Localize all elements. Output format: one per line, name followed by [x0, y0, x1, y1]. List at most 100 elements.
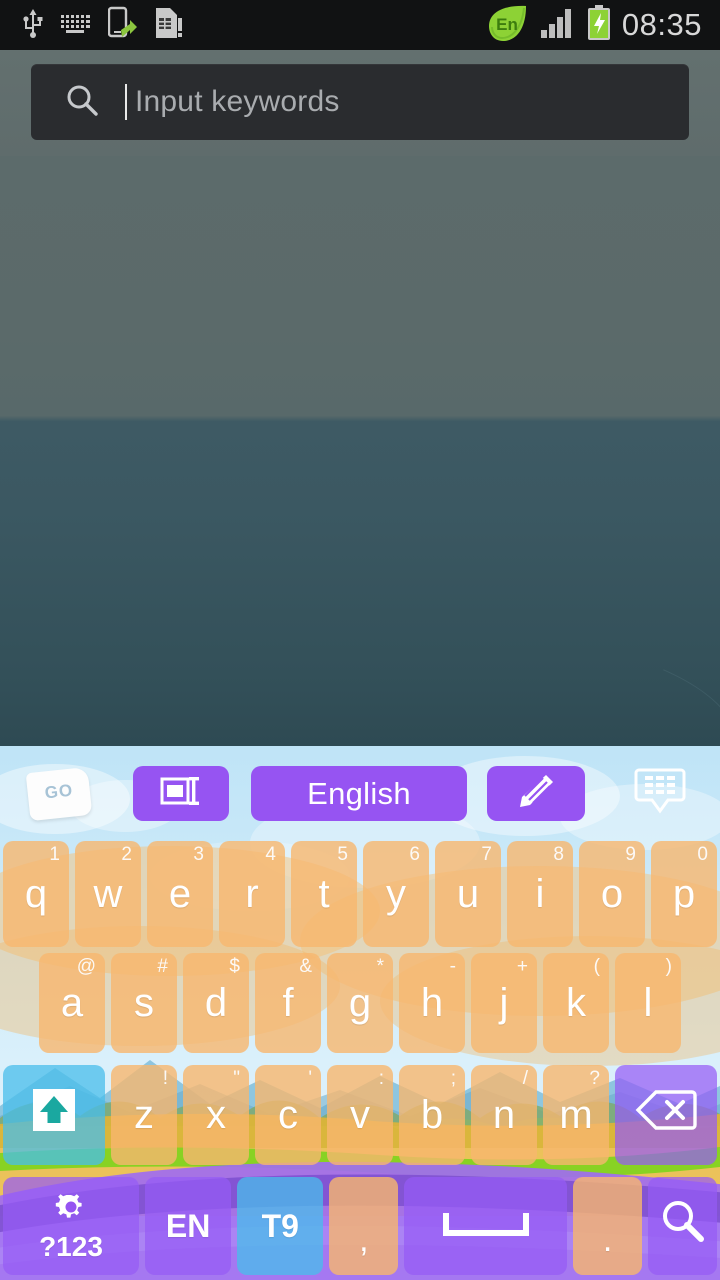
search-bar-container: Input keywords — [0, 50, 720, 156]
go-keyboard-logo-icon[interactable]: GO — [25, 766, 93, 822]
key-label: a — [60, 981, 84, 1025]
language-switch-key[interactable]: EN — [144, 1177, 232, 1275]
key-label: w — [93, 872, 123, 916]
key-hint: ( — [593, 956, 600, 977]
key-label: z — [134, 1093, 154, 1137]
key-k[interactable]: (k — [543, 953, 609, 1053]
key-hint: " — [233, 1068, 240, 1089]
layout-resize-icon — [159, 774, 203, 813]
key-hint: ' — [308, 1068, 312, 1089]
battery-charging-icon — [586, 4, 612, 46]
key-label: d — [204, 981, 228, 1025]
key-hint: ; — [450, 1068, 456, 1089]
key-y[interactable]: 6y — [363, 841, 429, 947]
key-hint: ) — [665, 956, 672, 977]
status-bar-left-icons — [0, 6, 184, 45]
symbols-key[interactable]: ?123 — [3, 1177, 139, 1275]
key-hint: - — [449, 956, 456, 977]
backspace-delete-icon — [635, 1088, 697, 1142]
status-bar-clock: 08:35 — [621, 7, 702, 42]
search-icon — [659, 1197, 707, 1255]
key-w[interactable]: 2w — [75, 841, 141, 947]
key-a[interactable]: @ a — [39, 953, 105, 1053]
keyboard-row-4: ?123 EN T9,. — [0, 1177, 720, 1275]
key-label: o — [600, 872, 624, 916]
key-label: s — [134, 981, 154, 1025]
key-hint: 4 — [265, 844, 276, 865]
key-i[interactable]: 8i — [507, 841, 573, 947]
search-enter-key[interactable] — [648, 1177, 718, 1275]
key-z[interactable]: ! z — [111, 1065, 177, 1165]
key-hint: # — [157, 956, 168, 977]
go-keyboard[interactable]: GO English 1 q 2 w 3 e 4 r 5 t 6 y 7 u 8… — [0, 746, 720, 1280]
key-hint: & — [299, 956, 312, 977]
backspace-key[interactable] — [615, 1065, 717, 1165]
t9-key[interactable]: T9 — [237, 1177, 324, 1275]
shift-key[interactable] — [3, 1065, 105, 1165]
key-label: u — [456, 872, 480, 916]
pen-edit-icon — [516, 771, 556, 816]
key-hint: + — [516, 956, 528, 977]
input-language-en-icon: En — [486, 1, 530, 50]
key-label: e — [168, 872, 192, 916]
period-key[interactable]: . — [573, 1177, 643, 1275]
key-hint: 0 — [697, 844, 708, 865]
key-label: k — [566, 981, 586, 1025]
key-f[interactable]: & f — [255, 953, 321, 1053]
key-label: . — [602, 1221, 613, 1259]
key-h[interactable]: -h — [399, 953, 465, 1053]
hide-keyboard-button[interactable] — [632, 766, 688, 821]
space-key[interactable] — [404, 1177, 568, 1275]
svg-text:En: En — [496, 15, 518, 34]
key-n[interactable]: / n — [471, 1065, 537, 1165]
key-label: f — [282, 981, 294, 1025]
key-hint: : — [378, 1068, 384, 1089]
key-hint: 6 — [409, 844, 420, 865]
language-button[interactable]: English — [251, 766, 467, 821]
key-label: c — [278, 1093, 298, 1137]
key-m[interactable]: ? m — [543, 1065, 609, 1165]
key-label: , — [359, 1221, 369, 1259]
key-s[interactable]: # s — [111, 953, 177, 1053]
shift-arrow-up-icon — [25, 1081, 83, 1149]
resize-layout-button[interactable] — [133, 766, 229, 821]
key-hint: / — [522, 1068, 528, 1089]
comma-key[interactable]: , — [329, 1177, 399, 1275]
key-e[interactable]: 3e — [147, 841, 213, 947]
keyboard-row-2: @ a # s $ d & f * g - h + j(k) l — [0, 953, 720, 1059]
key-hint: @ — [76, 956, 96, 977]
key-b[interactable]: ; b — [399, 1065, 465, 1165]
keyboard-hide-icon — [634, 766, 686, 821]
key-hint: * — [376, 956, 384, 977]
search-input[interactable]: Input keywords — [31, 64, 689, 140]
key-u[interactable]: 7u — [435, 841, 501, 947]
key-hint: 1 — [49, 844, 60, 865]
key-l[interactable]: ) l — [615, 953, 681, 1053]
key-label: n — [492, 1093, 516, 1137]
key-label: h — [420, 981, 444, 1025]
edit-pen-button[interactable] — [487, 766, 585, 821]
key-x[interactable]: " x — [183, 1065, 249, 1165]
space-bar-icon — [442, 1204, 529, 1249]
key-c[interactable]: ' c — [255, 1065, 321, 1165]
key-v[interactable]: :v — [327, 1065, 393, 1165]
key-o[interactable]: 9o — [579, 841, 645, 947]
key-label: p — [672, 872, 696, 916]
key-q[interactable]: 1q — [3, 841, 69, 947]
signal-bars-icon — [540, 7, 576, 44]
key-label: v — [350, 1093, 370, 1137]
status-bar-right-icons: En 08:35 — [486, 1, 720, 50]
key-d[interactable]: $ d — [183, 953, 249, 1053]
key-hint: 3 — [193, 844, 204, 865]
key-label: j — [499, 981, 509, 1025]
language-button-label: English — [307, 775, 411, 811]
key-j[interactable]: + j — [471, 953, 537, 1053]
key-g[interactable]: * g — [327, 953, 393, 1053]
key-hint: 7 — [481, 844, 492, 865]
key-t[interactable]: 5t — [291, 841, 357, 947]
key-label: y — [386, 872, 406, 916]
key-r[interactable]: 4r — [219, 841, 285, 947]
key-label: b — [420, 1093, 444, 1137]
key-hint: 8 — [553, 844, 564, 865]
key-p[interactable]: 0p — [651, 841, 717, 947]
